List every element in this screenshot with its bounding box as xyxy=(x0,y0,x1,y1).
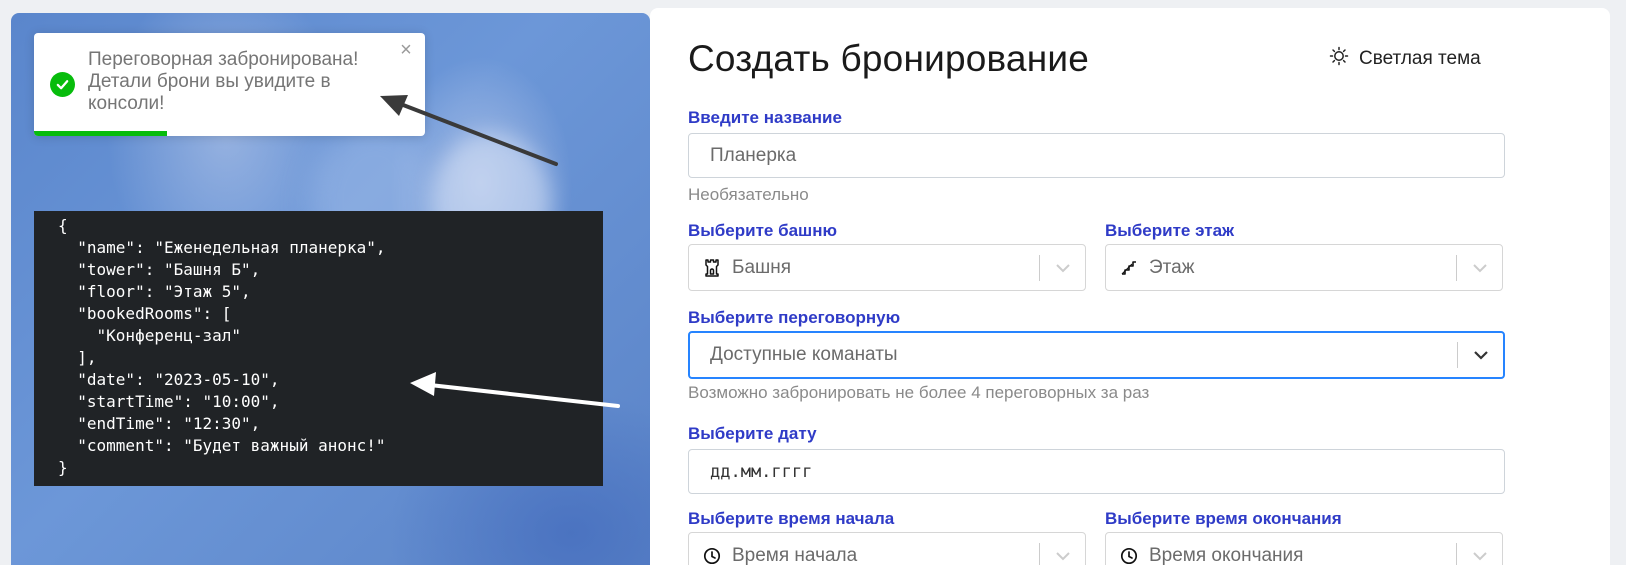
room-select-placeholder: Доступные команаты xyxy=(710,344,898,365)
room-hint: Возможно забронировать не более 4 перего… xyxy=(688,383,1150,402)
page-title: Создать бронирование xyxy=(688,38,1089,79)
toast-line-2: Детали брони вы увидите в xyxy=(88,71,331,92)
date-label: Выберите дату xyxy=(688,424,817,443)
chevron-down-icon[interactable] xyxy=(1458,333,1503,377)
end-time-placeholder: Время окончания xyxy=(1149,544,1304,565)
floor-select[interactable]: Этаж xyxy=(1105,244,1503,291)
clock-icon xyxy=(701,547,723,565)
toast-close-button[interactable]: × xyxy=(397,40,415,60)
tower-icon xyxy=(701,258,723,277)
chevron-down-icon[interactable] xyxy=(1040,533,1085,565)
room-label: Выберите переговорную xyxy=(688,308,901,327)
tower-select[interactable]: Башня xyxy=(688,244,1086,291)
theme-toggle-label: Светлая тема xyxy=(1359,48,1481,69)
floor-select-placeholder: Этаж xyxy=(1149,256,1195,278)
chevron-down-icon[interactable] xyxy=(1457,245,1502,290)
date-input[interactable]: дд.мм.гггг xyxy=(688,449,1505,494)
name-input[interactable]: Планерка xyxy=(688,133,1505,178)
console-output: { "name": "Еженедельная планерка", "towe… xyxy=(34,211,603,486)
toast-line-3: консоли! xyxy=(88,93,165,114)
toast-progress-bar xyxy=(34,131,167,136)
tower-label: Выберите башню xyxy=(688,221,837,240)
end-time-select[interactable]: Время окончания xyxy=(1105,532,1503,565)
chevron-down-icon[interactable] xyxy=(1040,245,1085,290)
name-hint: Необязательно xyxy=(688,185,809,204)
sun-icon xyxy=(1329,46,1349,72)
end-time-label: Выберите время окончания xyxy=(1105,509,1342,528)
toast-message: Переговорная забронирована! Детали брони… xyxy=(88,49,378,115)
floor-label: Выберите этаж xyxy=(1105,221,1235,240)
toast-line-1: Переговорная забронирована! xyxy=(88,49,359,70)
tower-select-placeholder: Башня xyxy=(732,256,792,278)
start-time-label: Выберите время начала xyxy=(688,509,895,528)
room-select[interactable]: Доступные команаты xyxy=(688,331,1505,379)
check-circle-icon xyxy=(50,72,75,97)
stairs-icon xyxy=(1118,260,1140,276)
start-time-placeholder: Время начала xyxy=(732,544,858,565)
success-toast: Переговорная забронирована! Детали брони… xyxy=(34,33,425,136)
chevron-down-icon[interactable] xyxy=(1457,533,1502,565)
theme-toggle[interactable]: Светлая тема xyxy=(1329,46,1481,72)
clock-icon xyxy=(1118,547,1140,565)
name-label: Введите название xyxy=(688,108,842,127)
start-time-select[interactable]: Время начала xyxy=(688,532,1086,565)
